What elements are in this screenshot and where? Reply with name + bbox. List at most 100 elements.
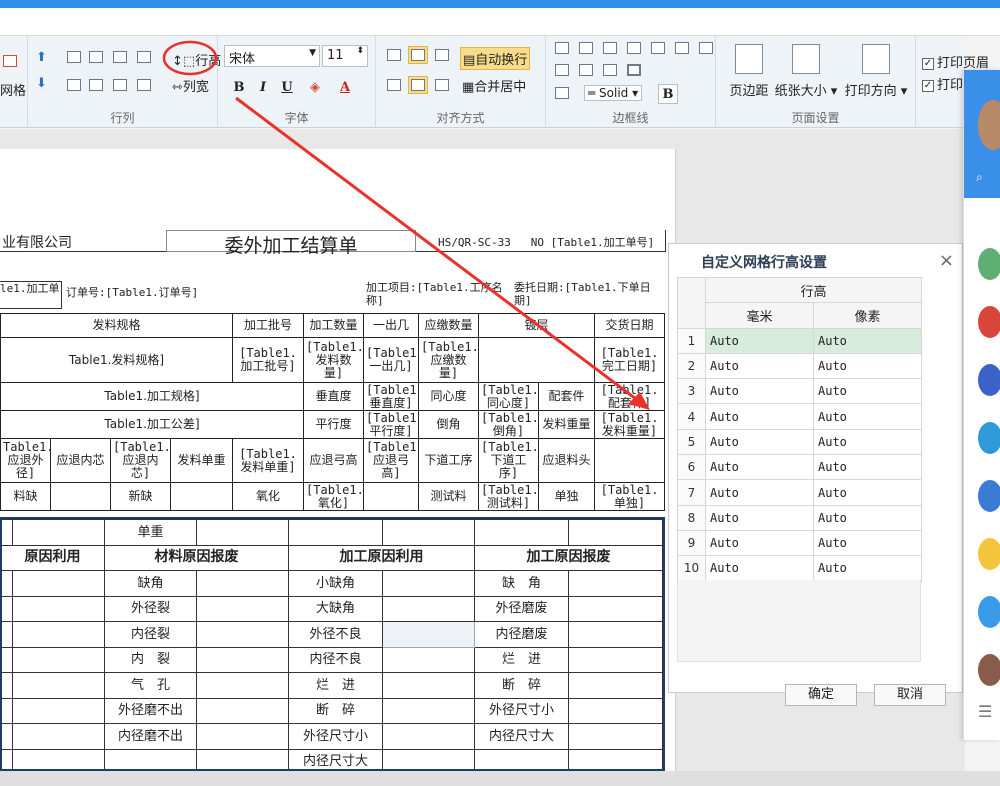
table-cell[interactable] xyxy=(363,482,420,511)
align-top-icon[interactable] xyxy=(384,46,404,64)
table-cell[interactable]: Table1.发料规格] xyxy=(0,337,234,383)
app-icon[interactable] xyxy=(978,422,1000,454)
table-cell[interactable]: Table1.加工公差] xyxy=(0,410,305,439)
app-icon[interactable] xyxy=(978,364,1000,396)
table-cell[interactable]: 发料重量 xyxy=(538,410,596,439)
table-cell[interactable]: [Table1.发料单重] xyxy=(232,438,305,483)
mm-cell[interactable]: Auto xyxy=(705,378,814,405)
table-cell[interactable]: [Table1.完工日期] xyxy=(594,337,666,383)
insert-row-above-icon[interactable] xyxy=(110,48,130,66)
margin-button[interactable]: 页边距 xyxy=(724,44,774,99)
border-bold-button[interactable]: B xyxy=(658,84,678,104)
border-grid-icon[interactable] xyxy=(576,61,596,79)
table-cell[interactable]: [Table1.发料数量] xyxy=(303,337,365,383)
row-height-button[interactable]: ↕⬚行高 xyxy=(172,50,221,69)
table-cell[interactable]: [Table1.一出几] xyxy=(363,337,420,383)
wrap-text-button[interactable]: ▤自动换行 xyxy=(460,47,531,70)
mm-cell[interactable]: Auto xyxy=(705,428,814,456)
table-cell[interactable]: 测试料 xyxy=(418,482,480,511)
chat-icon[interactable] xyxy=(978,596,1000,628)
table-cell[interactable]: [Table1.垂直度] xyxy=(363,382,420,411)
bold-button[interactable]: B xyxy=(228,76,250,98)
table-cell[interactable]: [Table1.应缴数量] xyxy=(418,337,480,383)
font-name-select[interactable]: 宋体 ▼ xyxy=(224,45,320,67)
border-style-select[interactable]: ═ Solid ▾ xyxy=(584,85,643,101)
table-row[interactable]: 4 Auto Auto xyxy=(677,403,923,430)
border-inner-icon[interactable] xyxy=(600,39,620,57)
ok-button[interactable]: 确定 xyxy=(785,684,857,706)
mm-cell[interactable]: Auto xyxy=(705,555,814,582)
border-right-icon[interactable] xyxy=(696,39,716,57)
px-cell[interactable]: Auto xyxy=(812,378,923,405)
table-row[interactable]: 6 Auto Auto xyxy=(677,454,923,481)
fill-color-icon[interactable]: ◈ xyxy=(304,76,326,98)
border-outer-icon[interactable] xyxy=(576,39,596,57)
table-cell[interactable]: [Table1.配套件] xyxy=(594,382,666,411)
table-cell[interactable]: [Table1.发料重量] xyxy=(594,410,666,439)
insert-col-left-icon[interactable] xyxy=(64,48,84,66)
mm-cell[interactable]: Auto xyxy=(705,403,814,430)
px-cell[interactable]: Auto xyxy=(812,504,923,531)
underline-button[interactable]: U xyxy=(276,76,298,98)
align-center-icon[interactable] xyxy=(408,76,428,94)
px-cell[interactable]: Auto xyxy=(812,555,923,582)
arrow-up-icon[interactable]: ⬆ xyxy=(36,50,47,65)
px-cell[interactable]: Auto xyxy=(812,327,923,354)
selected-cell[interactable] xyxy=(382,621,475,648)
align-right-icon[interactable] xyxy=(432,76,452,94)
col-width-button[interactable]: ⇿列宽 xyxy=(172,76,209,95)
split-col-icon[interactable] xyxy=(110,76,130,94)
px-cell[interactable]: Auto xyxy=(812,403,923,430)
border-none-icon[interactable] xyxy=(552,61,572,79)
table-row[interactable]: 1 Auto Auto xyxy=(677,327,923,354)
px-cell[interactable]: Auto xyxy=(812,428,923,456)
star-icon[interactable] xyxy=(978,538,1000,570)
insert-col-right-icon[interactable] xyxy=(86,48,106,66)
print-footer-checkbox[interactable]: ✓ 打印 xyxy=(922,74,963,93)
table-cell[interactable]: 料缺 xyxy=(0,482,51,511)
table-cell[interactable]: [Table1.应退内芯] xyxy=(110,438,171,483)
px-cell[interactable]: Auto xyxy=(812,454,923,481)
mm-cell[interactable]: Auto xyxy=(705,504,814,531)
align-bottom-icon[interactable] xyxy=(432,46,452,64)
table-row[interactable]: 5 Auto Auto xyxy=(677,428,923,456)
app-icon[interactable] xyxy=(978,654,1000,686)
table-cell[interactable]: 发料单重 xyxy=(169,438,234,483)
mm-cell[interactable]: Auto xyxy=(705,479,814,506)
delete-row-icon[interactable] xyxy=(86,76,106,94)
table-cell[interactable] xyxy=(594,438,666,483)
table-cell[interactable]: [Table1.氧化] xyxy=(303,482,365,511)
table-cell[interactable]: 单独 xyxy=(538,482,596,511)
app-icon[interactable] xyxy=(978,306,1000,338)
border-bottom-icon[interactable] xyxy=(648,39,668,57)
paper-size-button[interactable]: 纸张大小 ▾ xyxy=(774,44,838,99)
align-left-icon[interactable] xyxy=(384,76,404,94)
table-cell[interactable]: Table1.加工规格] xyxy=(0,382,305,411)
table-cell[interactable]: 平行度 xyxy=(303,410,365,439)
table-cell[interactable]: 垂直度 xyxy=(303,382,365,411)
table-cell[interactable]: 配套件 xyxy=(538,382,596,411)
split-row-icon[interactable] xyxy=(134,76,154,94)
search-icon[interactable]: ⌕ xyxy=(976,170,983,185)
table-row[interactable]: 9 Auto Auto xyxy=(677,529,923,557)
table-row[interactable]: 10 Auto Auto xyxy=(677,555,923,582)
font-color-icon[interactable]: A xyxy=(334,76,356,98)
table-cell[interactable]: [Table1.单独] xyxy=(594,482,666,511)
print-orientation-button[interactable]: 打印方向 ▾ xyxy=(842,44,910,99)
border-top-icon[interactable] xyxy=(624,39,644,57)
table-row[interactable]: 3 Auto Auto xyxy=(677,378,923,405)
border-box-icon[interactable] xyxy=(624,61,644,79)
table-cell[interactable]: [Table1.测试料] xyxy=(478,482,540,511)
table-row[interactable]: 8 Auto Auto xyxy=(677,504,923,531)
mm-cell[interactable]: Auto xyxy=(705,327,814,354)
table-row[interactable]: 7 Auto Auto xyxy=(677,479,923,506)
font-size-select[interactable]: 11 ⬍ xyxy=(322,45,368,67)
delete-col-icon[interactable] xyxy=(64,76,84,94)
table-cell[interactable]: [Table1.倒角] xyxy=(478,410,540,439)
italic-button[interactable]: I xyxy=(252,76,274,98)
print-header-checkbox[interactable]: ✓ 打印页眉 xyxy=(922,52,989,71)
avatar[interactable] xyxy=(978,100,1000,150)
mm-cell[interactable]: Auto xyxy=(705,454,814,481)
table-cell[interactable] xyxy=(478,337,596,383)
table-row[interactable]: 2 Auto Auto xyxy=(677,352,923,380)
